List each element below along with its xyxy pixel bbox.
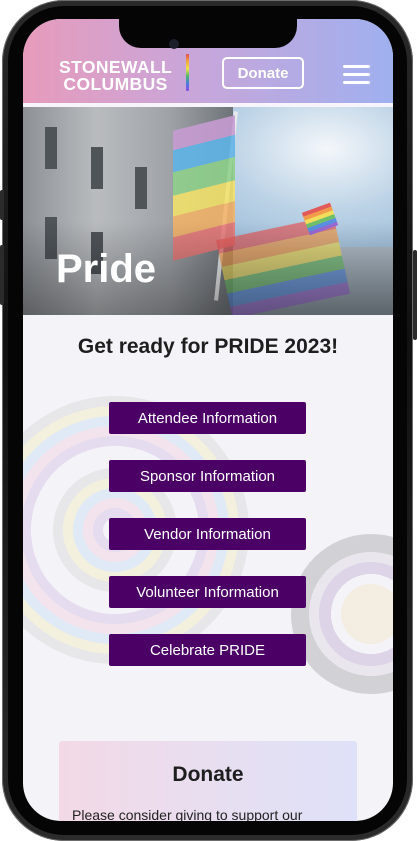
notch	[119, 19, 297, 48]
logo-rainbow-bar	[186, 54, 189, 91]
attendee-information-button[interactable]: Attendee Information	[109, 402, 306, 434]
sponsor-information-button[interactable]: Sponsor Information	[109, 460, 306, 492]
logo-line-2: COLUMBUS	[63, 74, 168, 94]
page-title: Pride	[56, 247, 157, 291]
donate-card: Donate Please consider giving to support…	[59, 741, 357, 821]
celebrate-pride-button[interactable]: Celebrate PRIDE	[109, 634, 306, 666]
vendor-information-button[interactable]: Vendor Information	[109, 518, 306, 550]
mute-switch	[0, 190, 4, 220]
front-camera-icon	[169, 39, 179, 49]
hero-banner: Pride	[23, 107, 393, 315]
power-button	[413, 250, 417, 340]
donate-card-title: Donate	[172, 763, 244, 786]
volunteer-information-button[interactable]: Volunteer Information	[109, 576, 306, 608]
info-links: Attendee Information Sponsor Information…	[109, 402, 306, 692]
header-donate-button[interactable]: Donate	[222, 57, 304, 89]
volume-up-button	[0, 245, 4, 305]
site-logo[interactable]: STONEWALL COLUMBUS	[59, 58, 172, 94]
decorative-rings	[291, 534, 393, 694]
hamburger-menu-icon[interactable]	[343, 65, 370, 85]
donate-card-text: Please consider giving to support our	[72, 807, 303, 821]
screen: STONEWALL COLUMBUS Donate Pride Get read…	[23, 19, 393, 821]
section-heading: Get ready for PRIDE 2023!	[77, 335, 339, 358]
